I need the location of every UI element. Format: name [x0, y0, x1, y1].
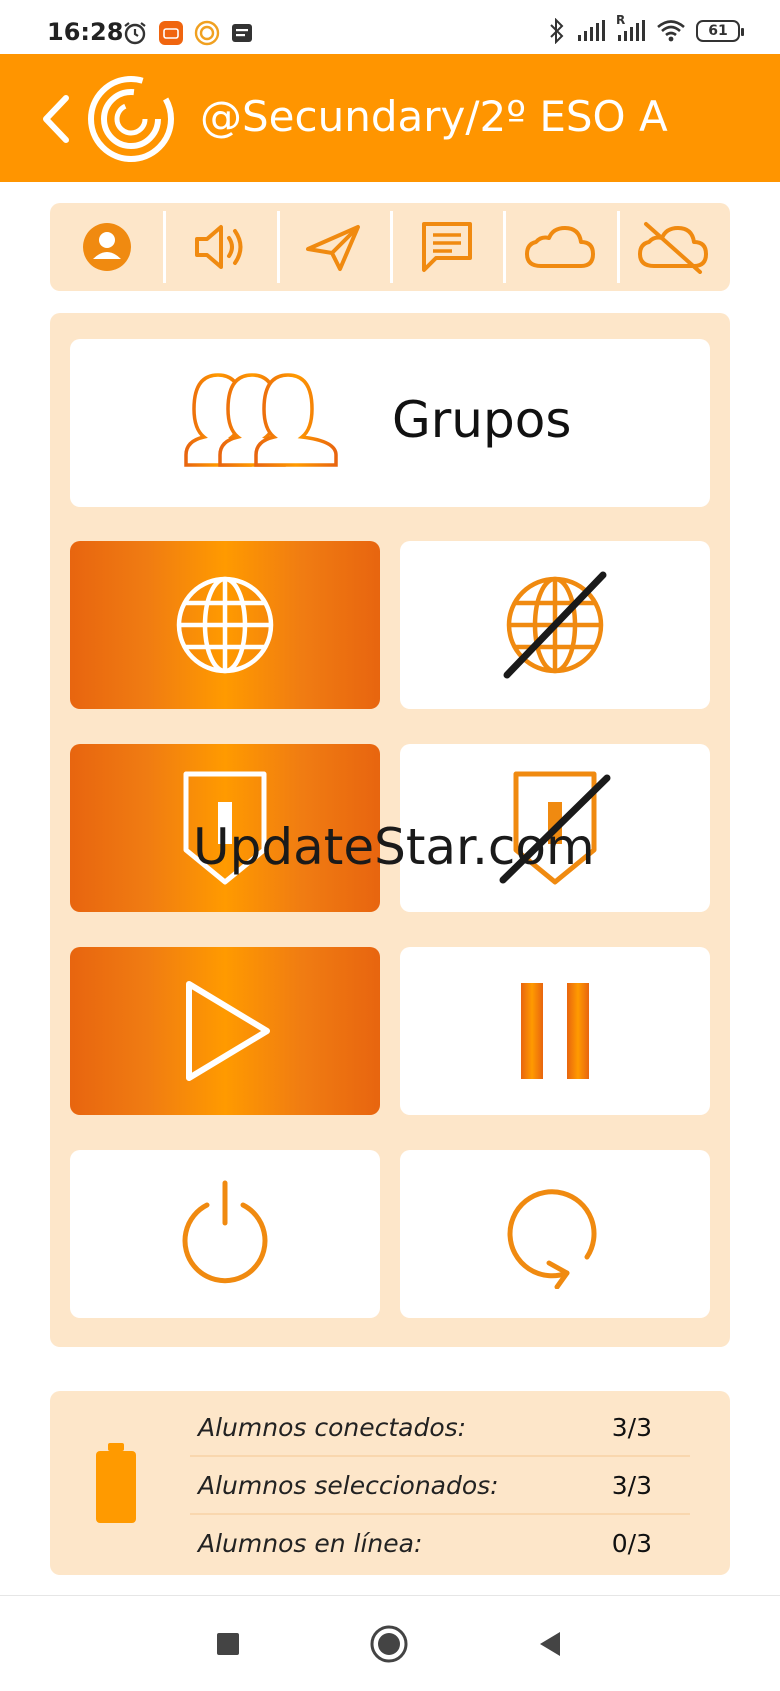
nav-home-button[interactable]: [369, 1624, 409, 1664]
user-icon: [82, 223, 131, 271]
signal-icon: [578, 20, 605, 41]
app-logo-icon: [88, 76, 174, 162]
cloud-off-icon: [638, 222, 709, 274]
home-circle-icon: [370, 1625, 408, 1663]
status-bar: 16:28 R 61: [0, 0, 780, 54]
status-time: 16:28: [47, 18, 124, 46]
nav-back-button[interactable]: [530, 1624, 570, 1664]
pause-button[interactable]: [400, 947, 710, 1115]
power-icon: [182, 1180, 268, 1284]
grupos-button[interactable]: Grupos: [70, 339, 710, 507]
back-triangle-icon: [540, 1632, 560, 1656]
back-button[interactable]: [36, 92, 76, 146]
battery-indicator: 61: [696, 20, 744, 42]
system-nav-bar: [0, 1595, 780, 1691]
grupos-label: Grupos: [392, 391, 572, 449]
pause-icon: [521, 983, 589, 1079]
stat-label: Alumnos en línea:: [198, 1528, 423, 1558]
shield-lock-icon: [183, 771, 267, 885]
shield-lock-off-icon: [499, 771, 611, 885]
power-off-button[interactable]: [70, 1150, 380, 1318]
stat-label: Alumnos conectados:: [198, 1412, 467, 1442]
globe-off-icon: [503, 571, 607, 679]
toolbar-volume-button[interactable]: [163, 203, 276, 291]
globe-icon: [176, 576, 274, 674]
unlock-screen-button[interactable]: [400, 744, 710, 912]
battery-icon: [96, 1443, 136, 1523]
alarm-icon: [124, 22, 146, 45]
recents-square-icon: [217, 1633, 239, 1655]
toolbar-user-button[interactable]: [50, 203, 163, 291]
status-icons-left: [122, 20, 254, 46]
toolbar-cloud-button[interactable]: [503, 203, 616, 291]
wifi-icon: [657, 20, 685, 42]
status-icons-right: R 61: [548, 13, 744, 44]
app-title: @Secundary/2º ESO A: [200, 92, 668, 141]
stat-row-connected: Alumnos conectados: 3/3: [190, 1399, 690, 1457]
send-icon: [306, 225, 361, 271]
users-group-icon: [184, 373, 338, 467]
stat-row-selected: Alumnos seleccionados: 3/3: [190, 1457, 690, 1515]
restart-button[interactable]: [400, 1150, 710, 1318]
toolbar-message-button[interactable]: [389, 203, 503, 291]
toolbar-send-button[interactable]: [276, 203, 390, 291]
play-icon: [186, 981, 270, 1081]
chevron-left-icon: [43, 95, 69, 143]
bluetooth-icon: [550, 18, 564, 44]
stat-label: Alumnos seleccionados:: [198, 1470, 499, 1500]
app-notification-icon: [194, 20, 220, 46]
control-panel: Grupos: [50, 313, 730, 1347]
students-stats: Alumnos conectados: 3/3 Alumnos seleccio…: [50, 1391, 730, 1575]
app-bar: @Secundary/2º ESO A: [0, 54, 780, 182]
message-icon: [421, 222, 472, 272]
message-icon: [232, 24, 252, 42]
cloud-icon: [524, 226, 595, 268]
play-button[interactable]: [70, 947, 380, 1115]
toolbar-cloud-off-button[interactable]: [616, 203, 730, 291]
stat-value: 3/3: [611, 1412, 652, 1442]
stat-row-online: Alumnos en línea: 0/3: [190, 1515, 690, 1571]
stat-value: 3/3: [611, 1470, 652, 1500]
battery-level: 61: [708, 23, 728, 39]
nav-recents-button[interactable]: [208, 1624, 248, 1664]
mi-app-icon: [159, 21, 183, 45]
volume-icon: [194, 225, 243, 269]
internet-off-button[interactable]: [400, 541, 710, 709]
stat-value: 0/3: [611, 1528, 652, 1558]
lock-screen-button[interactable]: [70, 744, 380, 912]
refresh-icon: [507, 1189, 597, 1289]
internet-on-button[interactable]: [70, 541, 380, 709]
action-toolbar: [50, 203, 730, 291]
signal-roaming-icon: R: [616, 13, 646, 43]
